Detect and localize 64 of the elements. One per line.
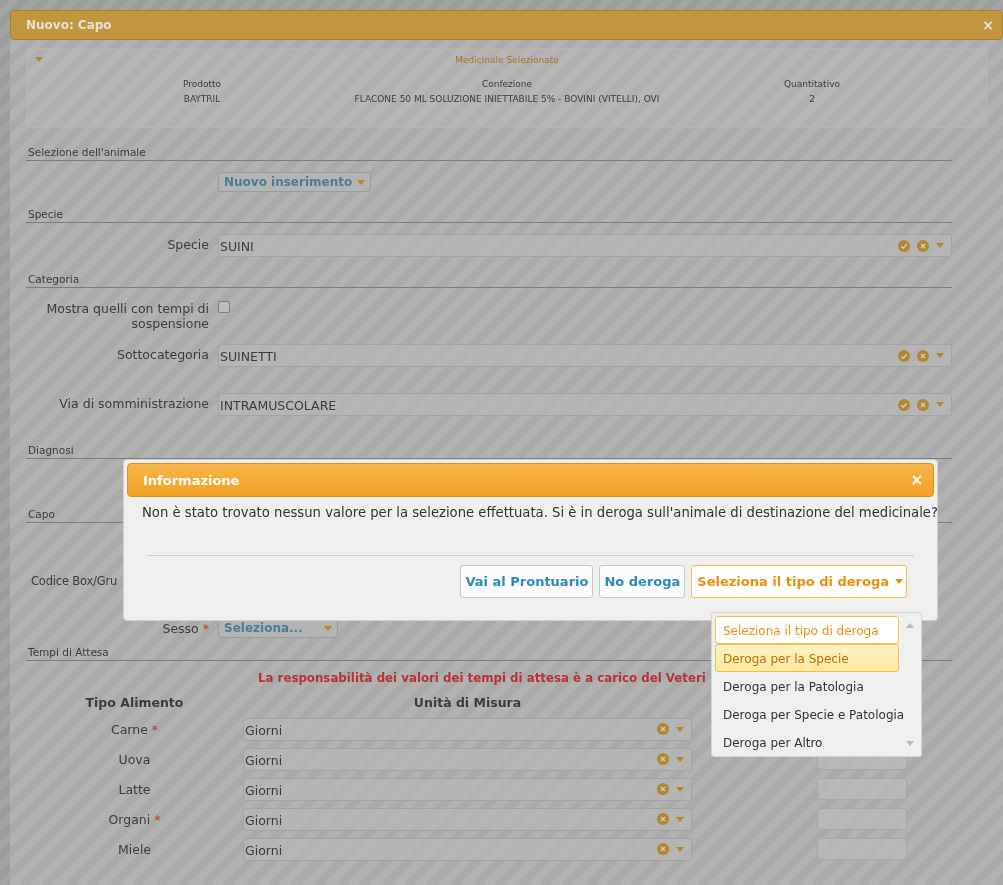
- select-field[interactable]: SUINI: [218, 234, 952, 257]
- warning-text: La responsabilità dei valori dei tempi di attesa è a carico del Veteri: [258, 671, 706, 685]
- clear-icon[interactable]: [657, 753, 669, 765]
- scroll-up-icon[interactable]: [906, 623, 914, 628]
- check-icon[interactable]: [898, 349, 910, 362]
- caret-icon[interactable]: [324, 625, 332, 631]
- food-label: Carne *: [109, 721, 160, 737]
- dropdown-option[interactable]: Deroga per la Patologia: [715, 672, 899, 700]
- clear-icon[interactable]: [657, 783, 669, 795]
- checkbox[interactable]: [218, 301, 230, 313]
- select-field[interactable]: Giorni: [243, 777, 692, 801]
- dialog-title: Informazione: [143, 472, 240, 488]
- dialog-button[interactable]: Vai al Prontuario: [460, 565, 594, 598]
- field-label: Specie: [166, 236, 210, 252]
- caret-icon[interactable]: [676, 756, 684, 762]
- dialog-button[interactable]: No deroga: [599, 565, 686, 598]
- caret-icon[interactable]: [936, 402, 944, 407]
- caret-icon[interactable]: [676, 786, 684, 792]
- column-heading: Quantitativo: [784, 79, 840, 91]
- select-field[interactable]: INTRAMUSCOLARE: [218, 393, 952, 416]
- caret-icon[interactable]: [895, 579, 903, 584]
- column-value: BAYTRIL: [183, 94, 221, 106]
- section-heading: Specie: [26, 202, 952, 223]
- column-heading: Confezione: [481, 79, 533, 91]
- clear-icon[interactable]: [657, 723, 669, 735]
- select-field[interactable]: Giorni: [243, 717, 692, 741]
- caret-icon[interactable]: [357, 179, 366, 185]
- modal-title: Nuovo: Capo: [26, 18, 112, 32]
- check-icon[interactable]: [898, 398, 910, 411]
- caret-icon[interactable]: [676, 846, 684, 852]
- select-field[interactable]: Giorni: [243, 837, 692, 861]
- dropdown-option[interactable]: Deroga per la Specie: [715, 644, 899, 672]
- food-label: Latte: [117, 781, 152, 797]
- food-label: Miele: [116, 841, 153, 857]
- field-label: Sesso *: [161, 620, 210, 636]
- column-heading: Tipo Alimento: [84, 694, 185, 710]
- column-value: 2: [809, 94, 815, 106]
- field-label: Mostra quelli con tempi di sospensione: [45, 300, 210, 331]
- field-label: Via di somministrazione: [58, 395, 210, 411]
- field-label: Sottocategoria: [116, 346, 210, 362]
- dropdown-option[interactable]: Deroga per Altro: [715, 728, 899, 756]
- clear-icon[interactable]: [917, 239, 929, 252]
- caret-icon[interactable]: [936, 353, 944, 358]
- column-value: FLACONE 50 ML SOLUZIONE INIETTABILE 5% - BOVINI (VITELLI), OVI: [354, 94, 660, 106]
- clear-icon[interactable]: [657, 843, 669, 855]
- food-label: Uova: [117, 751, 152, 767]
- clear-icon[interactable]: [657, 813, 669, 825]
- select-field[interactable]: Giorni: [243, 747, 692, 771]
- field-label: Codice Box/Gru: [30, 573, 117, 590]
- caret-icon[interactable]: [676, 816, 684, 822]
- scroll-down-icon[interactable]: [906, 741, 914, 746]
- section-heading: Selezione dell'animale: [26, 140, 952, 161]
- caret-icon[interactable]: [936, 243, 944, 248]
- column-heading: Unità di Misura: [412, 694, 523, 710]
- food-label: Organi *: [107, 811, 162, 827]
- select-field[interactable]: Giorni: [243, 807, 692, 831]
- select-field[interactable]: SUINETTI: [218, 344, 952, 367]
- clear-icon[interactable]: [917, 349, 929, 362]
- column-heading: Prodotto: [182, 79, 222, 91]
- clear-icon[interactable]: [917, 398, 929, 411]
- caret-icon[interactable]: [676, 726, 684, 732]
- caret-icon[interactable]: [35, 57, 43, 62]
- check-icon[interactable]: [898, 239, 910, 252]
- section-heading: Categoria: [26, 267, 952, 288]
